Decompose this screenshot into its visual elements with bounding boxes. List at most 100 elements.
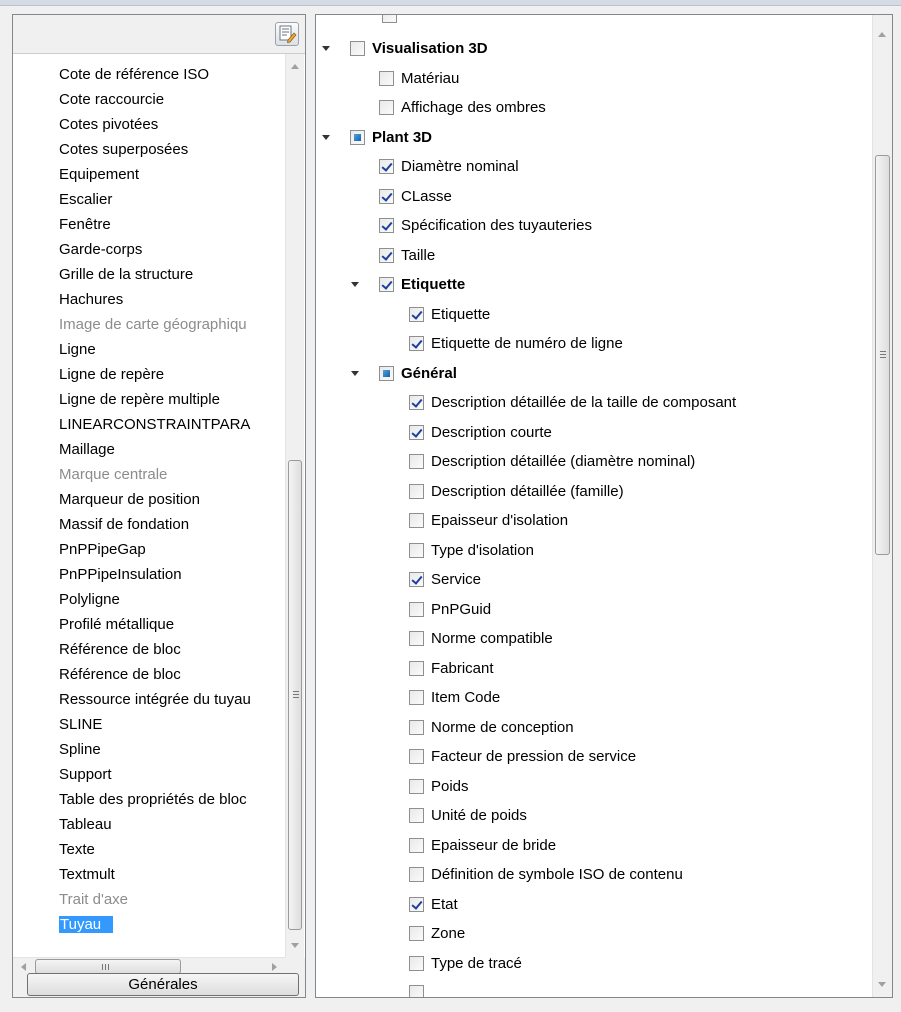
list-item[interactable]: Tableau (59, 812, 285, 837)
expand-chevron-icon[interactable] (322, 134, 330, 140)
list-item[interactable]: Référence de bloc (59, 637, 285, 662)
list-item[interactable]: PnPPipeInsulation (59, 562, 285, 587)
list-item[interactable]: Escalier (59, 187, 285, 212)
tree-row[interactable]: Visualisation 3D (316, 36, 872, 61)
scroll-right-arrow-icon[interactable] (272, 963, 277, 971)
tree-checkbox[interactable] (409, 424, 424, 440)
tree-row[interactable]: Matériau (316, 66, 872, 91)
scroll-up-arrow-icon[interactable] (291, 64, 299, 69)
list-item[interactable]: Garde-corps (59, 237, 285, 262)
tree-checkbox[interactable] (379, 247, 394, 263)
tree-checkbox[interactable] (409, 631, 424, 646)
tree-checkbox[interactable] (409, 660, 424, 676)
list-item[interactable]: Maillage (59, 437, 285, 462)
list-item[interactable]: Tuyau (59, 912, 285, 937)
tree-row[interactable]: Zone (316, 921, 872, 946)
list-item[interactable]: Spline (59, 737, 285, 762)
tree-row[interactable]: Item Code (316, 685, 872, 710)
tree-checkbox[interactable] (409, 778, 424, 794)
edit-list-button[interactable] (275, 22, 299, 46)
tree-checkbox[interactable] (379, 218, 394, 233)
left-vertical-scrollbar[interactable] (285, 54, 304, 958)
tree-checkbox[interactable] (409, 808, 424, 823)
list-item[interactable]: Massif de fondation (59, 512, 285, 537)
tree-checkbox[interactable] (379, 188, 394, 204)
list-item[interactable]: Ressource intégrée du tuyau (59, 687, 285, 712)
list-item[interactable]: Cotes pivotées (59, 112, 285, 137)
tree-checkbox[interactable] (379, 277, 394, 292)
tree-checkbox[interactable] (409, 513, 424, 528)
tree-row[interactable]: Service (316, 567, 872, 592)
tree-checkbox[interactable] (409, 749, 424, 764)
list-item[interactable]: Cotes superposées (59, 137, 285, 162)
tree-row[interactable]: Diamètre nominal (316, 154, 872, 179)
list-item[interactable]: Textmult (59, 862, 285, 887)
scroll-down-arrow-icon[interactable] (291, 943, 299, 948)
tree-checkbox[interactable] (350, 129, 365, 145)
right-vertical-scrollbar[interactable] (872, 15, 892, 997)
tree-checkbox[interactable] (409, 926, 424, 941)
tree-row[interactable]: Type de tracé (316, 951, 872, 976)
list-item[interactable]: PnPPipeGap (59, 537, 285, 562)
tree-row[interactable]: Norme de conception (316, 715, 872, 740)
tree-checkbox[interactable] (409, 837, 424, 853)
tree-checkbox[interactable] (409, 690, 424, 705)
tree-checkbox[interactable] (409, 985, 424, 997)
tree-checkbox[interactable] (350, 41, 365, 56)
tree-row[interactable]: PnPGuid (316, 597, 872, 622)
list-item[interactable]: Ligne (59, 337, 285, 362)
tree-row[interactable]: Description courte (316, 420, 872, 445)
tree-row[interactable]: Description détaillée de la taille de co… (316, 390, 872, 415)
tree-row[interactable]: Epaisseur de bride (316, 833, 872, 858)
tree-checkbox[interactable] (379, 100, 394, 115)
tree-row[interactable]: Spécification des tuyauteries (316, 213, 872, 238)
tree-checkbox[interactable] (409, 306, 424, 322)
tree-row[interactable]: Epaisseur d'isolation (316, 508, 872, 533)
tree-row[interactable]: CLasse (316, 184, 872, 209)
expand-chevron-icon[interactable] (322, 46, 330, 51)
list-item[interactable]: Cote de référence ISO (59, 62, 285, 87)
tree-checkbox[interactable] (409, 483, 424, 499)
tree-row[interactable]: Etat (316, 892, 872, 917)
list-item[interactable]: Polyligne (59, 587, 285, 612)
tree-checkbox[interactable] (409, 572, 424, 587)
list-item[interactable]: Référence de bloc (59, 662, 285, 687)
tree-checkbox[interactable] (379, 365, 394, 381)
tree-checkbox[interactable] (409, 542, 424, 558)
tree-row[interactable]: Plant 3D (316, 125, 872, 150)
tree-row[interactable]: Affichage des ombres (316, 95, 872, 120)
list-item[interactable]: LINEARCONSTRAINTPARA (59, 412, 285, 437)
tree-row[interactable]: Facteur de pression de service (316, 744, 872, 769)
tree-row[interactable]: Etiquette de numéro de ligne (316, 331, 872, 356)
tree-checkbox[interactable] (409, 395, 424, 410)
list-item[interactable]: Trait d'axe (59, 887, 285, 912)
list-item[interactable]: Ligne de repère (59, 362, 285, 387)
tree-checkbox[interactable] (409, 719, 424, 735)
tree-checkbox[interactable] (409, 336, 424, 351)
tree-checkbox[interactable] (409, 867, 424, 882)
list-item[interactable]: Grille de la structure (59, 262, 285, 287)
list-item[interactable]: Texte (59, 837, 285, 862)
list-item[interactable]: Image de carte géographiqu (59, 312, 285, 337)
list-item[interactable]: Cote raccourcie (59, 87, 285, 112)
scroll-down-arrow-icon[interactable] (878, 982, 886, 987)
list-item[interactable]: Equipement (59, 162, 285, 187)
list-item[interactable]: Marque centrale (59, 462, 285, 487)
tree-checkbox[interactable] (409, 955, 424, 971)
checkbox[interactable] (382, 15, 397, 23)
list-item[interactable]: Support (59, 762, 285, 787)
tree-row[interactable]: Unité de poids (316, 803, 872, 828)
tree-row[interactable]: Définition de symbole ISO de contenu (316, 862, 872, 887)
right-scroll-thumb[interactable] (875, 155, 890, 555)
generales-button[interactable]: Générales (27, 973, 299, 996)
tree-checkbox[interactable] (409, 896, 424, 912)
tree-row[interactable]: Fabricant (316, 656, 872, 681)
tree-row[interactable]: Type d'isolation (316, 538, 872, 563)
tree-row[interactable]: Description détaillée (diamètre nominal) (316, 449, 872, 474)
list-item[interactable]: Marqueur de position (59, 487, 285, 512)
tree-row[interactable]: Poids (316, 774, 872, 799)
tree-row[interactable]: Général (316, 361, 872, 386)
tree-checkbox[interactable] (379, 159, 394, 174)
left-hscroll-thumb[interactable] (35, 959, 181, 974)
expand-chevron-icon[interactable] (351, 370, 359, 376)
